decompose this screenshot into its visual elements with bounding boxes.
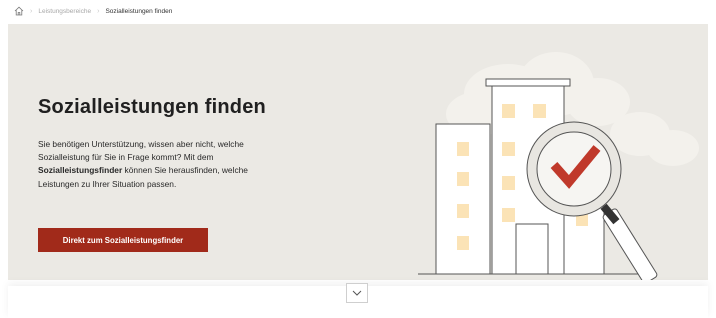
- breadcrumb-separator: ›: [97, 7, 100, 15]
- chevron-down-icon: [352, 290, 362, 296]
- building-magnifier-checkmark-icon: [418, 52, 699, 280]
- house-icon[interactable]: [14, 6, 24, 16]
- breadcrumb: › Leistungsbereiche › Sozialleistungen f…: [14, 4, 172, 18]
- hero-section: Sozialleistungen finden Sie benötigen Un…: [8, 24, 708, 280]
- breadcrumb-current: Sozialleistungen finden: [105, 7, 173, 15]
- breadcrumb-separator: ›: [30, 7, 33, 15]
- scroll-down-button[interactable]: [346, 283, 368, 303]
- breadcrumb-link-leistungsbereiche[interactable]: Leistungsbereiche: [38, 8, 91, 15]
